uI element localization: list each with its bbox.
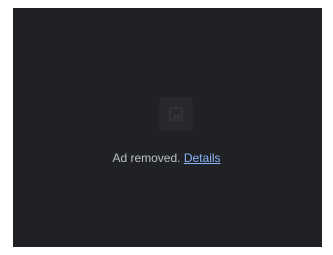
- page: Ad removed. Details: [0, 0, 333, 255]
- details-link[interactable]: Details: [184, 151, 221, 165]
- ad-removed-text: Ad removed.: [112, 151, 181, 165]
- ad-removed-message: Ad removed. Details: [0, 151, 333, 165]
- image-placeholder-icon: [159, 97, 193, 131]
